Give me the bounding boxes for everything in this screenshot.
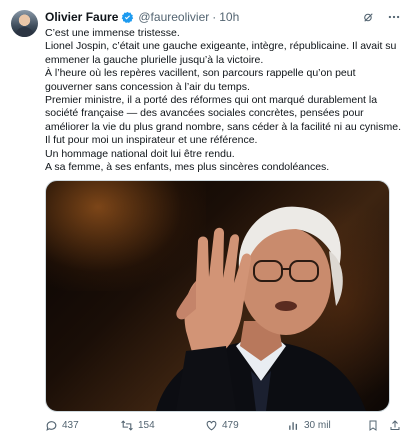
tweet-paragraph: Un hommage national doit lui être rendu. — [45, 147, 235, 160]
tweet-header: Olivier Faure @faureolivier · 10h — [45, 8, 401, 26]
tweet: Olivier Faure @faureolivier · 10h C’est … — [0, 0, 409, 440]
retweet-button[interactable]: 154 — [120, 419, 205, 432]
verified-badge-icon — [121, 11, 134, 24]
share-icon[interactable] — [389, 419, 401, 432]
bookmark-icon[interactable] — [367, 419, 379, 432]
tweet-paragraph: Premier ministre, il a porté des réforme… — [45, 94, 402, 147]
tweet-text: C’est une immense tristesse. Lionel Josp… — [45, 27, 401, 174]
tweet-actions: 437 154 479 30 mil — [45, 417, 401, 433]
author-handle[interactable]: @faureolivier — [138, 10, 209, 24]
reply-icon — [45, 419, 58, 432]
views-button[interactable]: 30 mil — [287, 419, 357, 432]
like-count: 479 — [222, 419, 239, 431]
tweet-paragraph: Lionel Jospin, c’était une gauche exigea… — [45, 40, 397, 66]
views-icon — [287, 419, 300, 432]
retweet-icon — [120, 419, 134, 432]
views-count: 30 mil — [304, 419, 331, 431]
like-button[interactable]: 479 — [205, 419, 287, 432]
tweet-timestamp[interactable]: 10h — [219, 10, 239, 24]
reply-button[interactable]: 437 — [45, 419, 120, 432]
tweet-paragraph: A sa femme, à ses enfants, mes plus sinc… — [45, 161, 330, 174]
more-icon[interactable] — [387, 10, 401, 24]
tweet-paragraph: À l’heure où les repères vacillent, son … — [45, 67, 356, 93]
reply-count: 437 — [62, 419, 79, 431]
separator-dot: · — [212, 10, 217, 24]
author-name[interactable]: Olivier Faure — [45, 10, 118, 24]
avatar[interactable] — [11, 10, 38, 37]
heart-icon — [205, 419, 218, 432]
grok-icon[interactable] — [362, 11, 375, 24]
tweet-photo[interactable] — [45, 180, 390, 412]
tweet-paragraph: C’est une immense tristesse. — [45, 27, 180, 39]
retweet-count: 154 — [138, 419, 155, 431]
